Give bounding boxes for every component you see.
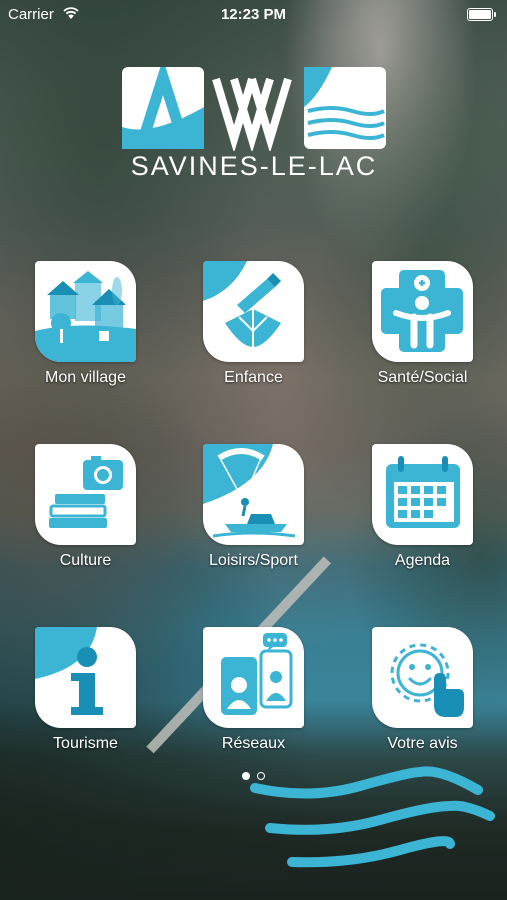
- tile-reseaux[interactable]: Réseaux: [203, 627, 304, 752]
- town-name: SAVINES-LE-LAC: [130, 151, 378, 181]
- tile-culture[interactable]: Culture: [35, 444, 136, 569]
- camera-books-icon: [49, 456, 123, 528]
- calendar-icon: [386, 456, 460, 528]
- tile-label: Agenda: [394, 552, 451, 569]
- tile-label: Santé/Social: [377, 369, 468, 386]
- tile-loisirs-sport[interactable]: Loisirs/Sport: [203, 444, 304, 569]
- tile-label: Réseaux: [221, 735, 286, 752]
- tile-card[interactable]: [203, 261, 304, 362]
- decorative-waves: [250, 766, 495, 868]
- tile-card[interactable]: [35, 627, 136, 728]
- tile-label: Loisirs/Sport: [209, 552, 298, 569]
- clock: 12:23 PM: [220, 6, 287, 23]
- smiley-touch-icon: [390, 643, 464, 717]
- page-dot-active[interactable]: [242, 772, 250, 780]
- tile-votre-avis[interactable]: Votre avis: [372, 627, 473, 752]
- tile-mon-village[interactable]: Mon village: [35, 261, 136, 386]
- tile-agenda[interactable]: Agenda: [372, 444, 473, 569]
- battery-icon: [467, 8, 496, 21]
- tile-card[interactable]: [35, 261, 136, 362]
- tile-card[interactable]: [203, 627, 304, 728]
- health-cross-person-icon: [381, 270, 463, 352]
- tile-label: Culture: [59, 552, 112, 569]
- tile-card[interactable]: [372, 261, 473, 362]
- tile-sante-social[interactable]: Santé/Social: [372, 261, 473, 386]
- logo-graphic: [122, 58, 386, 153]
- home-screen: Carrier 12:23 PM SAVINES-LE-LAC Mon vill…: [0, 0, 507, 900]
- paper-boat-pencil-icon: [203, 261, 281, 347]
- tile-label: Mon village: [45, 369, 126, 386]
- tile-card[interactable]: [35, 444, 136, 545]
- status-bar: Carrier 12:23 PM: [0, 0, 507, 28]
- village-houses-icon: [35, 271, 136, 362]
- kitesurf-boat-icon: [203, 444, 296, 538]
- tile-card[interactable]: [372, 627, 473, 728]
- tile-card[interactable]: [372, 444, 473, 545]
- town-logo: SAVINES-LE-LAC: [122, 58, 386, 187]
- tile-label: Votre avis: [387, 735, 458, 752]
- phones-chat-icon: [221, 633, 293, 715]
- info-icon: [35, 627, 103, 715]
- tile-enfance[interactable]: Enfance: [203, 261, 304, 386]
- tile-tourisme[interactable]: Tourisme: [35, 627, 136, 752]
- tile-card[interactable]: [203, 444, 304, 545]
- tile-label: Tourisme: [53, 735, 118, 752]
- tile-label: Enfance: [224, 369, 283, 386]
